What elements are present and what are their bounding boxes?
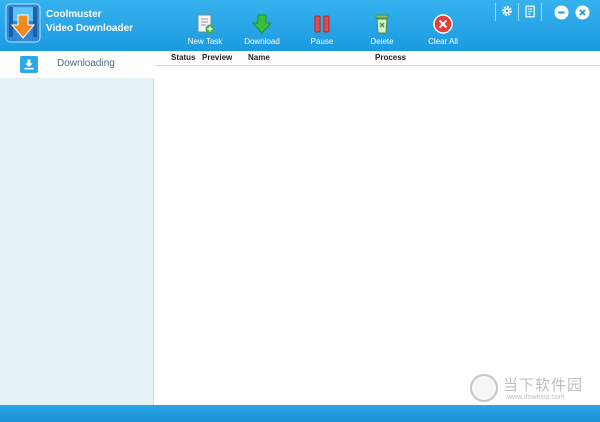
settings-button[interactable] [499, 3, 515, 19]
close-icon [574, 4, 590, 20]
new-task-icon [197, 14, 215, 34]
window-separator [495, 3, 496, 21]
watermark-url: www.downxia.com [507, 394, 565, 401]
delete-label: Delete [370, 37, 394, 46]
window-controls [493, 3, 600, 21]
app-title-line1: Coolmuster [46, 9, 102, 20]
new-task-label: New Task [187, 37, 223, 46]
sidebar-item-downloading[interactable]: Downloading [0, 51, 154, 78]
watermark-text: 当下软件园 [503, 377, 584, 394]
pause-button[interactable]: Pause [294, 13, 350, 49]
column-process[interactable]: Process [375, 53, 406, 62]
column-preview[interactable]: Preview [202, 53, 232, 62]
clear-all-icon [433, 14, 453, 34]
close-button[interactable] [574, 4, 590, 20]
pause-label: Pause [310, 37, 334, 46]
app-logo-icon [5, 3, 41, 43]
column-status[interactable]: Status [171, 53, 195, 62]
sidebar: Downloading [0, 51, 154, 405]
minimize-icon [553, 4, 569, 20]
task-list-panel: Status Preview Name Process [155, 51, 600, 405]
download-icon [251, 14, 273, 34]
sidebar-item-label: Downloading [57, 58, 115, 69]
status-bar [0, 405, 600, 422]
watermark: 当下软件园 www.downxia.com [470, 372, 595, 406]
register-button[interactable] [522, 3, 538, 19]
pause-icon [314, 15, 330, 33]
app-title-line2: Video Downloader [46, 23, 134, 34]
delete-button[interactable]: Delete [354, 13, 410, 49]
clear-all-button[interactable]: Clear All [415, 13, 471, 49]
clear-all-label: Clear All [428, 37, 458, 46]
column-name[interactable]: Name [248, 53, 270, 62]
app-title: Coolmuster Video Downloader [46, 8, 133, 36]
minimize-button[interactable] [553, 4, 569, 20]
register-icon [524, 5, 535, 17]
new-task-button[interactable]: New Task [177, 13, 233, 49]
delete-icon [375, 14, 389, 34]
download-label: Download [244, 37, 280, 46]
table-header: Status Preview Name Process [155, 51, 600, 66]
window-separator [518, 3, 519, 21]
download-icon [20, 56, 38, 73]
window-separator [541, 3, 542, 21]
gear-icon [502, 6, 512, 16]
watermark-logo-icon [470, 374, 498, 402]
download-button[interactable]: Download [234, 13, 290, 49]
